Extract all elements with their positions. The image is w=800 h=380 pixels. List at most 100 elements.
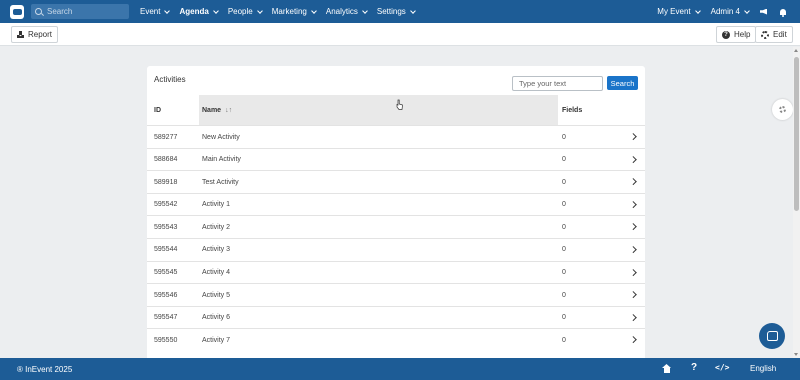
chevron-right-icon[interactable] (629, 133, 636, 140)
chevron-right-icon[interactable] (629, 200, 636, 208)
nav-item-label: Event (140, 7, 161, 16)
nav-item-settings[interactable]: Settings (377, 7, 416, 16)
chevron-down-icon (164, 7, 171, 14)
table-row[interactable]: 595546 Activity 5 0 (147, 283, 645, 306)
question-circle-icon: ? (722, 30, 730, 39)
code-icon[interactable]: </> (715, 363, 729, 372)
cell-name: Activity 3 (202, 246, 231, 254)
cell-fields: 0 (562, 178, 566, 186)
nav-search-input[interactable]: Search (31, 4, 129, 19)
card-title: Activities (154, 75, 186, 84)
cell-id: 595547 (154, 314, 178, 322)
nav-item-label: Analytics (325, 7, 358, 16)
nav-menu: Event Agenda People Marketing Analytics Setti… (140, 7, 425, 16)
cell-fields: 0 (562, 314, 566, 322)
table-row[interactable]: 595547 Activity 6 0 (147, 305, 645, 329)
scroll-down-icon[interactable] (794, 353, 798, 356)
column-header-name[interactable]: Name ↓↑ (199, 95, 558, 125)
footer: ® InEvent 2025 ? </> English (0, 358, 800, 380)
cell-name: Activity 7 (202, 336, 231, 344)
cell-name: Activity 2 (202, 223, 231, 231)
column-header-fields[interactable]: Fields (562, 95, 602, 125)
cell-id: 595545 (154, 269, 178, 277)
table-row[interactable]: 589277 New Activity 0 (147, 125, 645, 148)
search-icon (35, 8, 42, 15)
scroll-thumb[interactable] (794, 57, 799, 211)
cell-name: Main Activity (202, 156, 241, 164)
hand-cursor-icon (396, 99, 403, 110)
table-row[interactable]: 595543 Activity 2 0 (147, 215, 645, 238)
inevent-logo[interactable] (10, 4, 24, 19)
megaphone-icon[interactable] (760, 8, 767, 15)
nav-right: My Event Admin 4 (657, 0, 786, 23)
cell-id: 595546 (154, 291, 178, 299)
chevron-down-icon (694, 7, 701, 14)
chat-icon (766, 331, 778, 341)
scrollbar[interactable] (793, 47, 800, 358)
edit-button[interactable]: Edit (755, 26, 793, 43)
cell-fields: 0 (562, 246, 566, 254)
nav-item-people[interactable]: People (227, 7, 263, 16)
search-button[interactable]: Search (607, 76, 638, 90)
admin-dropdown[interactable]: Admin 4 (711, 7, 750, 16)
chevron-down-icon (362, 7, 368, 14)
cell-id: 588684 (154, 156, 178, 164)
top-navigation: Search Event Agenda People Marketing Analyti… (0, 0, 800, 23)
help-button[interactable]: ? Help (716, 26, 757, 43)
cell-fields: 0 (562, 156, 566, 164)
activities-card: Activities Search ID Name ↓↑ Fields 5892… (147, 66, 645, 366)
table-row[interactable]: 595545 Activity 4 0 (147, 260, 645, 284)
chevron-right-icon[interactable] (629, 178, 636, 185)
cell-fields: 0 (562, 291, 566, 299)
nav-item-event[interactable]: Event (140, 7, 171, 16)
table-row[interactable]: 595550 Activity 7 0 (147, 328, 645, 351)
nav-item-label: People (227, 7, 253, 16)
table-row[interactable]: 595542 Activity 1 0 (147, 192, 645, 216)
cell-id: 595550 (154, 336, 178, 344)
sort-icon[interactable]: ↓↑ (225, 107, 232, 114)
activities-search-input[interactable] (512, 76, 603, 91)
cell-id: 595542 (154, 201, 178, 209)
toolbar: Report ? Help Edit (0, 23, 800, 46)
table-row[interactable]: 589918 Test Activity 0 (147, 170, 645, 193)
chevron-right-icon[interactable] (629, 246, 636, 253)
gear-icon (761, 30, 769, 39)
language-selector[interactable]: English (750, 364, 776, 373)
scroll-up-icon[interactable] (794, 49, 798, 52)
chevron-right-icon[interactable] (629, 291, 636, 298)
cell-id: 589277 (154, 133, 178, 141)
cell-name: New Activity (202, 133, 240, 141)
settings-gear-icon[interactable] (772, 99, 793, 120)
cell-name: Activity 6 (202, 314, 231, 322)
chevron-down-icon (744, 7, 750, 14)
report-button[interactable]: Report (11, 26, 59, 43)
my-event-dropdown[interactable]: My Event (657, 7, 701, 16)
table-row[interactable]: 588684 Main Activity 0 (147, 147, 645, 171)
chevron-right-icon[interactable] (629, 155, 636, 163)
copyright: ® InEvent 2025 (17, 364, 73, 374)
chevron-right-icon[interactable] (629, 223, 636, 230)
nav-search-placeholder: Search (47, 7, 73, 16)
chevron-right-icon[interactable] (629, 268, 636, 275)
chevron-down-icon (212, 7, 219, 14)
nav-item-analytics[interactable]: Analytics (325, 7, 368, 16)
cell-fields: 0 (562, 223, 566, 231)
home-icon[interactable] (662, 364, 671, 373)
cell-fields: 0 (562, 336, 566, 344)
cell-fields: 0 (562, 201, 566, 209)
cell-fields: 0 (562, 269, 566, 277)
nav-item-marketing[interactable]: Marketing (272, 7, 317, 16)
question-icon[interactable]: ? (691, 362, 697, 373)
cell-id: 589918 (154, 178, 178, 186)
nav-item-agenda[interactable]: Agenda (179, 7, 219, 16)
cell-name: Test Activity (202, 178, 239, 186)
chevron-right-icon[interactable] (629, 313, 636, 321)
chevron-down-icon (311, 7, 317, 14)
cell-name: Activity 5 (202, 291, 231, 299)
chevron-right-icon[interactable] (629, 336, 636, 343)
bell-icon[interactable] (780, 8, 786, 17)
table-row[interactable]: 595544 Activity 3 0 (147, 237, 645, 261)
chat-button[interactable] (759, 323, 785, 349)
column-header-id[interactable]: ID (154, 95, 194, 125)
chevron-down-icon (256, 7, 263, 14)
